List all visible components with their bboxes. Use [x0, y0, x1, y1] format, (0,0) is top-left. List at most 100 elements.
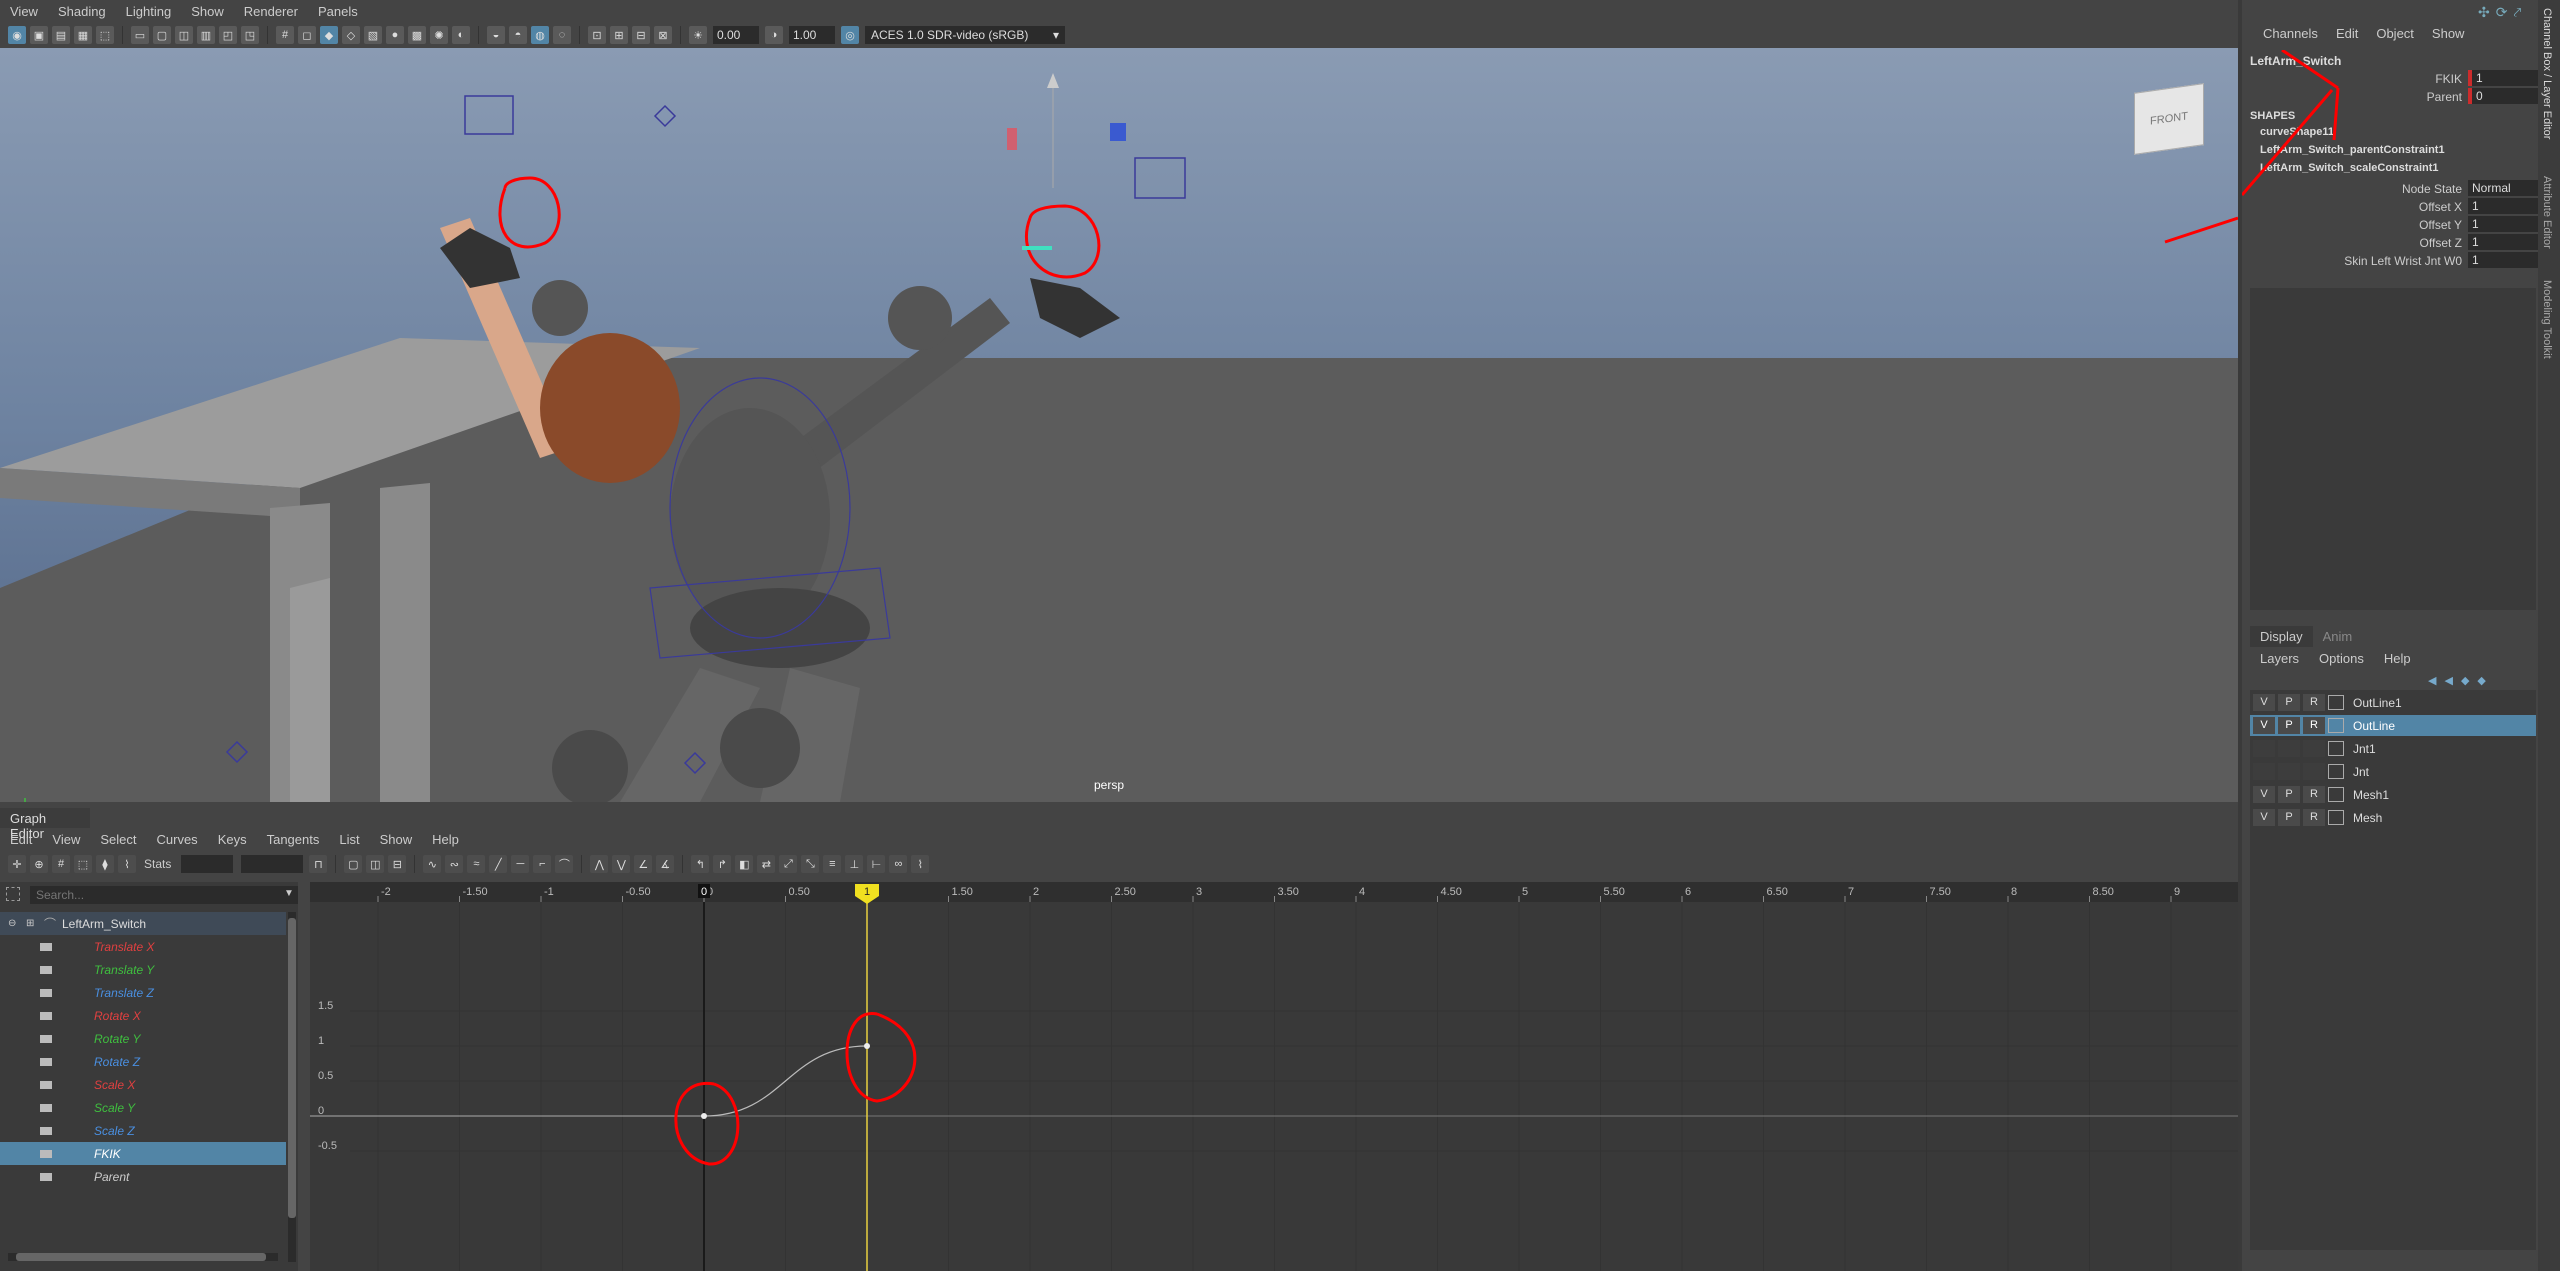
expand-icon[interactable]: ⊞ — [26, 918, 34, 929]
frame-selection-icon[interactable] — [6, 887, 20, 901]
resolution-gate-icon[interactable]: ▢ — [153, 26, 171, 44]
move-layer-down-icon[interactable]: ◀ — [2444, 674, 2452, 687]
tab-display[interactable]: Display — [2250, 626, 2313, 647]
le-menu-help[interactable]: Help — [2374, 648, 2421, 669]
ambient-occlusion-icon[interactable]: ◒ — [487, 26, 505, 44]
outliner-channel-row[interactable]: Translate X — [0, 935, 286, 958]
layer-color-icon[interactable] — [2328, 695, 2344, 710]
cb-input-value[interactable]: 1 — [2468, 252, 2542, 268]
post-infinity-icon[interactable]: ↱ — [713, 855, 732, 873]
safe-action-icon[interactable]: ◰ — [219, 26, 237, 44]
layer-color-icon[interactable] — [2328, 787, 2344, 802]
cb-menu-channels[interactable]: Channels — [2254, 26, 2327, 41]
move-layer-up-icon[interactable]: ◀ — [2428, 674, 2436, 687]
layer-toggle-r[interactable]: R — [2303, 694, 2325, 711]
layer-toggle-p[interactable]: P — [2278, 694, 2300, 711]
transform-icon[interactable]: ✣ — [2478, 4, 2490, 21]
outliner-channel-row[interactable]: Scale Y — [0, 1096, 286, 1119]
textured-icon[interactable]: ▩ — [408, 26, 426, 44]
layer-toggle-p[interactable] — [2278, 740, 2300, 757]
shadows-icon[interactable]: ◐ — [452, 26, 470, 44]
layer-toggle-r[interactable]: R — [2303, 717, 2325, 734]
layer-toggle-v[interactable]: V — [2253, 694, 2275, 711]
select-camera-icon[interactable]: ◉ — [8, 26, 26, 44]
menu-lighting[interactable]: Lighting — [116, 4, 182, 19]
graph-editor-canvas[interactable]: -2-1.50-1-0.5000.5011.5022.5033.5044.505… — [310, 882, 2238, 1271]
outliner-channel-row[interactable]: Rotate X — [0, 1004, 286, 1027]
layer-toggle-r[interactable] — [2303, 740, 2325, 757]
menu-view[interactable]: View — [0, 4, 48, 19]
le-menu-layers[interactable]: Layers — [2250, 648, 2309, 669]
outliner-channel-row[interactable]: Scale X — [0, 1073, 286, 1096]
lock-tangent-icon[interactable]: ⊓ — [309, 855, 328, 873]
graph-svg[interactable]: -2-1.50-1-0.5000.5011.5022.5033.5044.505… — [310, 882, 2238, 1271]
outliner-h-scrollbar[interactable] — [8, 1253, 278, 1261]
stacked-curves-icon[interactable]: ≡ — [823, 855, 842, 873]
safe-title-icon[interactable]: ◳ — [241, 26, 259, 44]
layer-toggle-v[interactable] — [2253, 740, 2275, 757]
view-cube[interactable]: FRONT — [2134, 83, 2204, 155]
xray-joints-icon[interactable]: ⊞ — [610, 26, 628, 44]
perspective-viewport[interactable]: FRONT persp — [0, 48, 2238, 802]
le-menu-options[interactable]: Options — [2309, 648, 2374, 669]
2d-pan-zoom-icon[interactable]: ⬚ — [96, 26, 114, 44]
color-space-dropdown[interactable]: ACES 1.0 SDR-video (sRGB) ▾ — [865, 26, 1065, 44]
layer-toggle-r[interactable]: R — [2303, 809, 2325, 826]
cb-menu-edit[interactable]: Edit — [2327, 26, 2367, 41]
ge-menu-view[interactable]: View — [42, 832, 90, 847]
layer-color-icon[interactable] — [2328, 764, 2344, 779]
ge-menu-help[interactable]: Help — [422, 832, 469, 847]
cb-input-value[interactable]: Normal — [2468, 180, 2542, 196]
outliner-object-row[interactable]: ⊖ ⊞ ⌒ LeftArm_Switch — [0, 912, 286, 935]
layer-color-icon[interactable] — [2328, 741, 2344, 756]
linear-tangent-icon[interactable]: ╱ — [489, 855, 508, 873]
layer-toggle-v[interactable] — [2253, 763, 2275, 780]
outliner-channel-row[interactable]: Rotate Z — [0, 1050, 286, 1073]
wireframe-icon[interactable]: ◻ — [298, 26, 316, 44]
outliner-channel-row[interactable]: Translate Z — [0, 981, 286, 1004]
layer-toggle-p[interactable]: P — [2278, 717, 2300, 734]
xray-icon[interactable]: ▧ — [364, 26, 382, 44]
cb-input-value[interactable]: 1 — [2468, 234, 2542, 250]
auto-tangent-icon[interactable]: ∿ — [423, 855, 442, 873]
layer-toggle-p[interactable] — [2278, 763, 2300, 780]
layer-toggle-p[interactable]: P — [2278, 786, 2300, 803]
outliner-channel-row[interactable]: FKIK — [0, 1142, 286, 1165]
denormalize-icon[interactable]: ⤡ — [801, 855, 820, 873]
layer-color-icon[interactable] — [2328, 810, 2344, 825]
side-tab-channel-box[interactable]: Channel Box / Layer Editor — [2541, 8, 2553, 139]
cb-attr-fkik-value[interactable]: 1 — [2468, 70, 2542, 86]
frame-all-icon[interactable]: ▢ — [344, 855, 363, 873]
layer-toggle-r[interactable]: R — [2303, 786, 2325, 803]
break-tangents-icon[interactable]: ⋀ — [590, 855, 609, 873]
menu-show[interactable]: Show — [181, 4, 234, 19]
outliner-channel-row[interactable]: Parent — [0, 1165, 286, 1188]
ge-menu-tangents[interactable]: Tangents — [257, 832, 330, 847]
time-snap-icon[interactable]: ⊥ — [845, 855, 864, 873]
collapse-icon[interactable]: ⊖ — [8, 918, 16, 929]
ge-menu-edit[interactable]: Edit — [0, 832, 42, 847]
step-tangent-icon[interactable]: ⌐ — [533, 855, 552, 873]
outliner-channel-row[interactable]: Translate Y — [0, 958, 286, 981]
plateau-tangent-icon[interactable]: ⌒ — [555, 855, 574, 873]
spline-tangent-icon[interactable]: ∾ — [445, 855, 464, 873]
retime-tool-icon[interactable]: ⧫ — [96, 855, 114, 873]
cb-menu-object[interactable]: Object — [2367, 26, 2423, 41]
ge-menu-select[interactable]: Select — [90, 832, 146, 847]
exposure-icon[interactable]: ☀ — [689, 26, 707, 44]
curve-smoothing-icon[interactable]: ⌇ — [118, 855, 136, 873]
unify-tangents-icon[interactable]: ⋁ — [612, 855, 631, 873]
infinity-cycle-icon[interactable]: ∞ — [889, 855, 908, 873]
frame-playback-icon[interactable]: ◫ — [366, 855, 385, 873]
side-tab-modeling-toolkit[interactable]: Modeling Toolkit — [2541, 280, 2553, 359]
ge-menu-show[interactable]: Show — [370, 832, 423, 847]
h-scrollbar-thumb[interactable] — [16, 1253, 266, 1261]
scrollbar-thumb[interactable] — [288, 918, 296, 1218]
outliner-scrollbar[interactable] — [288, 912, 296, 1262]
move-key-icon[interactable]: ✛ — [8, 855, 26, 873]
channel-search-input[interactable] — [30, 886, 298, 904]
bookmark-icon[interactable]: ▤ — [52, 26, 70, 44]
swap-buffer-icon[interactable]: ⇄ — [757, 855, 776, 873]
insert-key-icon[interactable]: ⊕ — [30, 855, 48, 873]
film-gate-icon[interactable]: ▭ — [131, 26, 149, 44]
